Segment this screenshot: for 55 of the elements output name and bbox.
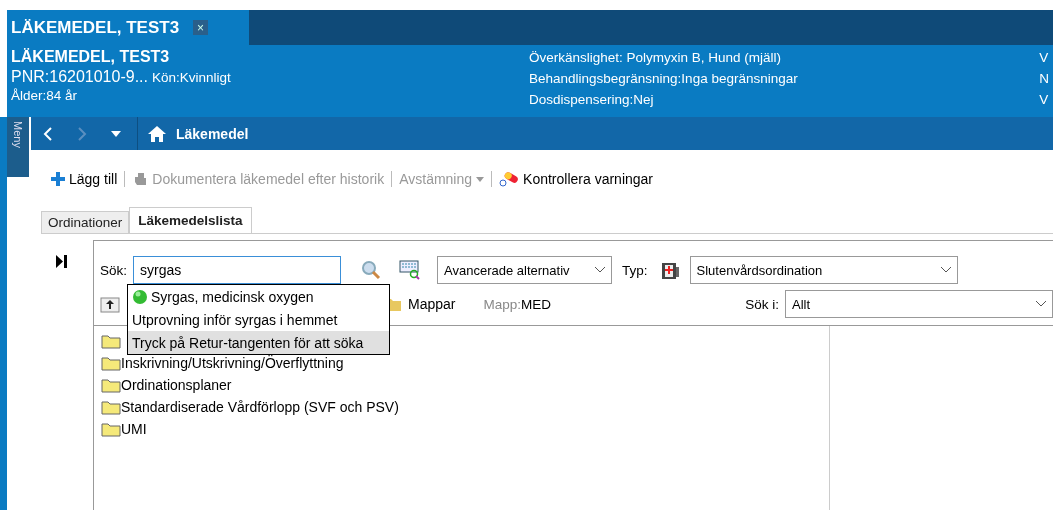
tree-item[interactable]: Inskrivning/Utskrivning/Överflyttning [121,355,344,371]
chevron-icon [595,267,605,273]
folder-icon [101,377,121,393]
patient-detail: Dosdispensering:Nej [529,91,655,109]
toolbar-button[interactable]: Kontrollera varningar [499,171,654,187]
back-icon[interactable] [43,126,53,141]
search-field[interactable]: syrgas [133,256,341,284]
patient-tab[interactable]: LÄKEMEDEL, TEST3 × [7,10,249,45]
tab[interactable]: Ordinationer [41,211,130,233]
caret-icon[interactable] [111,130,121,137]
chevron-icon [1036,301,1046,307]
suggestion-item[interactable]: Tryck på Retur-tangenten för att söka [128,331,389,354]
type-label: Typ: [622,262,648,278]
pill-icon [499,171,520,187]
folder-icon [101,333,121,349]
caret-icon [476,176,485,182]
patient-detail: V [1039,91,1049,109]
patient-age: Ålder:84 år [11,87,79,105]
patient-id: PNR:16201010-9... [11,67,148,87]
type-dropdown[interactable]: Slutenvårdsordination [689,256,958,284]
home-icon[interactable] [148,125,166,142]
patient-detail: Behandlingsbegränsning:Inga begränsningar [529,70,799,88]
patient-detail: N [1039,70,1049,88]
tree-item[interactable]: Standardiserade Vårdförlopp (SVF och PSV) [121,399,399,415]
patient-detail: V [1039,49,1049,67]
tab[interactable]: Läkemedelslista [129,207,252,233]
status-dot-icon [132,288,148,305]
search-in-dropdown[interactable]: Allt [785,290,1053,318]
tree-item[interactable]: Ordinationsplaner [121,377,232,393]
folder-icon [101,355,121,371]
folder-icon [101,421,121,437]
folder-label: Mapp: [483,296,521,312]
menu-tab[interactable]: Meny [7,117,29,177]
folder-icon [101,399,121,415]
patient-name: LÄKEMEDEL, TEST3 [11,47,171,67]
close-button[interactable]: × [193,20,209,35]
search-label: Sök: [100,262,127,278]
hospital-icon [659,260,680,280]
tree-item[interactable]: UMI [121,421,147,437]
chevron-icon [940,267,951,273]
patient-detail: Överkänslighet: Polymyxin B, Hund (mjäll) [529,49,783,67]
suggestion-item[interactable]: Syrgas, medicinsk oxygen [128,285,389,308]
page-title: Läkemedel [176,125,249,142]
hand-icon [132,171,149,187]
options-dropdown[interactable]: Avancerade alternativ [437,256,612,284]
suggestion-item[interactable]: Utprovning inför syrgas i hemmet [128,308,389,331]
patient-gender: Kön:Kvinnligt [152,69,231,87]
folder-up-icon[interactable] [100,295,120,313]
plus-icon [51,172,65,186]
expand-icon[interactable] [56,255,67,268]
folder-value: MED [521,296,551,312]
advanced-search-icon[interactable] [399,260,421,280]
search-in-label: Sök i: [745,296,779,312]
toolbar-button[interactable]: Lägg till [51,171,118,187]
search-icon[interactable] [361,260,381,280]
